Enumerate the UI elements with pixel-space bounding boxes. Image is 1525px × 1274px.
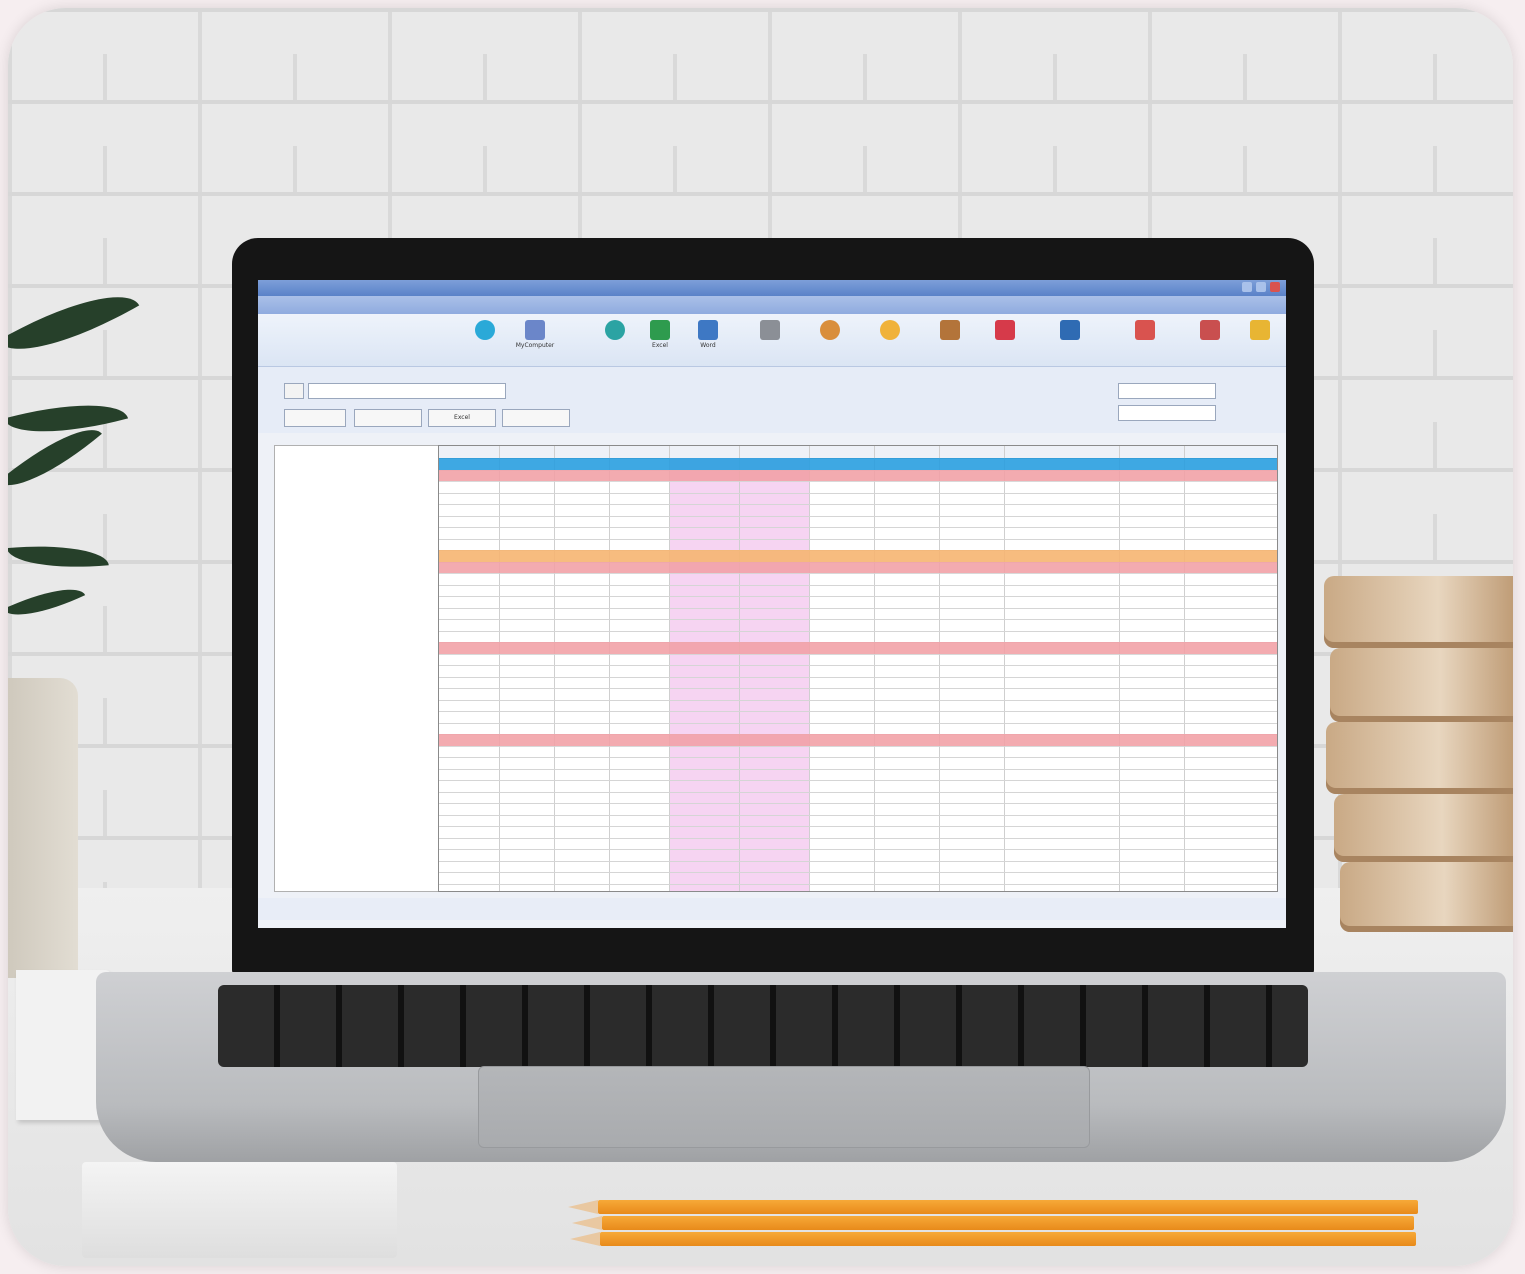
pencil <box>570 1232 1416 1246</box>
book <box>1334 794 1513 862</box>
toolbar-refresh[interactable] <box>463 320 507 360</box>
word-icon <box>698 320 718 340</box>
laptop-trackpad <box>478 1066 1090 1148</box>
toolbar-mycomputer[interactable]: MyComputer <box>513 320 557 360</box>
personnel-input[interactable] <box>308 383 506 399</box>
globe-icon <box>1060 320 1080 340</box>
maximize-icon[interactable] <box>1256 282 1266 292</box>
from-date-input[interactable] <box>1118 383 1216 399</box>
notebook-icon <box>1250 320 1270 340</box>
sync-icon <box>605 320 625 340</box>
toolbar-word[interactable]: Word <box>686 320 730 360</box>
toolbar-calendar[interactable] <box>1188 320 1232 360</box>
help-icon <box>820 320 840 340</box>
toolbar-sync[interactable] <box>593 320 637 360</box>
folder-icon <box>940 320 960 340</box>
calculator-icon <box>760 320 780 340</box>
toolbar-grid[interactable] <box>983 320 1027 360</box>
eraser <box>82 1162 397 1258</box>
plant-pot <box>8 678 78 978</box>
toolbar-flag[interactable] <box>1123 320 1167 360</box>
table-row[interactable] <box>439 872 1277 885</box>
display-button[interactable] <box>502 409 570 427</box>
pencil <box>568 1200 1418 1214</box>
toolbar-help[interactable] <box>808 320 852 360</box>
app-window: MyComputer Excel Word Excel <box>258 280 1286 928</box>
grid-icon <box>995 320 1015 340</box>
filter-panel: Excel <box>258 367 1286 433</box>
attendance-table <box>438 445 1278 892</box>
status-bar <box>258 898 1286 920</box>
toolbar-excel[interactable]: Excel <box>638 320 682 360</box>
side-list-pane[interactable] <box>274 445 440 892</box>
pencil <box>572 1216 1414 1230</box>
toolbar-folder[interactable] <box>928 320 972 360</box>
close-icon[interactable] <box>1270 282 1280 292</box>
to-date-input[interactable] <box>1118 405 1216 421</box>
title-bar <box>258 280 1286 296</box>
toolbar: MyComputer Excel Word <box>258 314 1286 367</box>
book <box>1326 722 1513 794</box>
exit-button[interactable] <box>284 409 346 427</box>
toolbar-calculator[interactable] <box>748 320 792 360</box>
calendar-icon <box>1200 320 1220 340</box>
computer-icon <box>525 320 545 340</box>
print-button[interactable] <box>354 409 422 427</box>
personnel-search-button[interactable] <box>284 383 304 399</box>
refresh-icon <box>475 320 495 340</box>
note-icon <box>880 320 900 340</box>
excel-icon <box>650 320 670 340</box>
book <box>1330 648 1513 722</box>
flag-icon <box>1135 320 1155 340</box>
toolbar-globe[interactable] <box>1048 320 1092 360</box>
book <box>1340 862 1513 932</box>
minimize-icon[interactable] <box>1242 282 1252 292</box>
book <box>1324 576 1513 648</box>
toolbar-notes[interactable] <box>868 320 912 360</box>
laptop-keyboard <box>218 985 1308 1067</box>
excel-export-button[interactable]: Excel <box>428 409 496 427</box>
toolbar-notebook[interactable] <box>1238 320 1282 360</box>
menu-bar <box>258 296 1286 314</box>
